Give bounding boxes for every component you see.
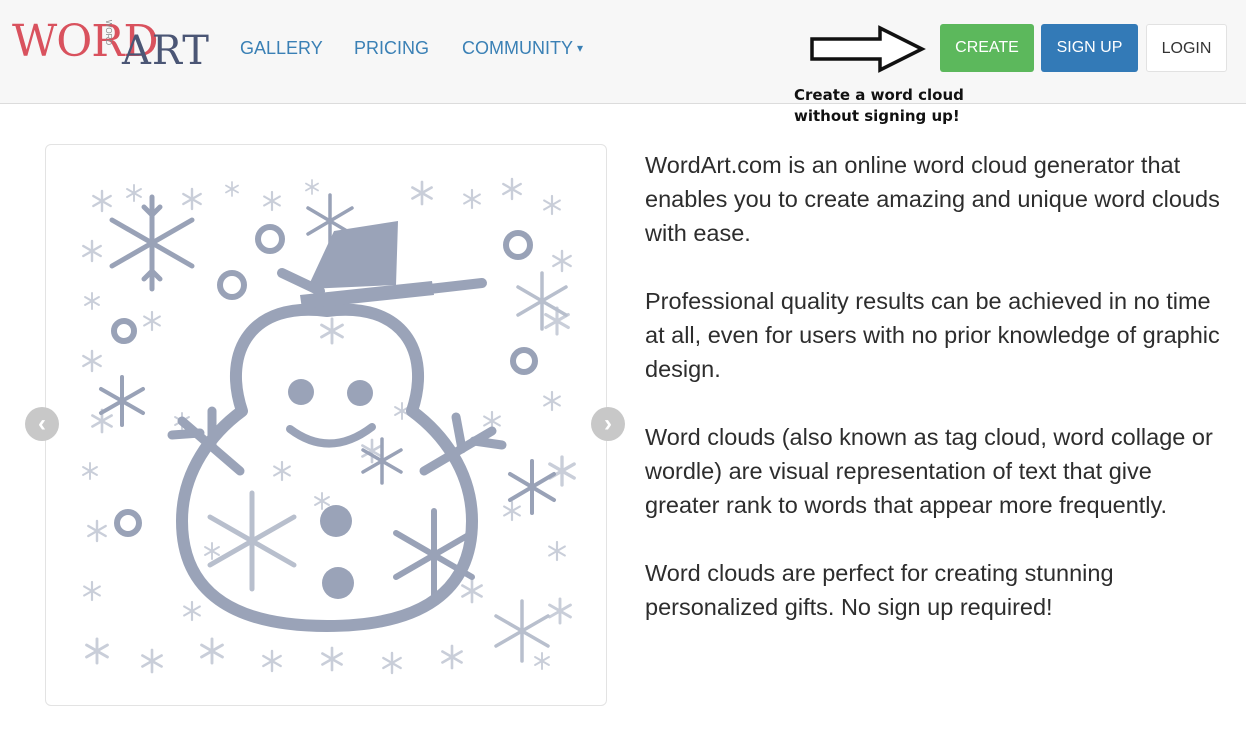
example-carousel — [45, 144, 607, 706]
wordart-logo[interactable]: WORD WORD ART — [12, 14, 212, 74]
chevron-left-icon: ‹ — [38, 410, 46, 437]
nav-pricing-link[interactable]: PRICING — [354, 38, 429, 59]
login-button[interactable]: LOGIN — [1146, 24, 1227, 72]
intro-description: WordArt.com is an online word cloud gene… — [645, 148, 1225, 658]
logo-art-text: ART — [122, 28, 210, 74]
carousel-next-button[interactable]: › — [591, 407, 625, 441]
intro-paragraph: Professional quality results can be achi… — [645, 288, 1220, 382]
right-arrow-icon — [810, 25, 926, 73]
annotation-line-2: without signing up! — [794, 107, 960, 125]
intro-paragraph: WordArt.com is an online word cloud gene… — [645, 152, 1220, 246]
logo-small-text: WORD — [104, 19, 114, 46]
sign-up-button[interactable]: SIGN UP — [1041, 24, 1138, 72]
chevron-right-icon: › — [604, 410, 612, 437]
intro-paragraph: Word clouds are perfect for creating stu… — [645, 560, 1114, 620]
top-navbar: WORD WORD ART GALLERY PRICING COMMUNITY ▾… — [0, 0, 1246, 125]
carousel-prev-button[interactable]: ‹ — [25, 407, 59, 441]
snowman-word-cloud-image — [82, 177, 576, 675]
nav-community-dropdown[interactable]: COMMUNITY ▾ — [462, 38, 583, 59]
annotation-line-1: Create a word cloud — [794, 86, 964, 104]
create-button[interactable]: CREATE — [940, 24, 1034, 72]
annotation-callout: Create a word cloud without signing up! — [794, 85, 964, 127]
caret-down-icon: ▾ — [577, 41, 584, 55]
intro-paragraph: Word clouds (also known as tag cloud, wo… — [645, 424, 1213, 518]
nav-gallery-link[interactable]: GALLERY — [240, 38, 323, 59]
nav-community-label: COMMUNITY — [462, 38, 573, 58]
